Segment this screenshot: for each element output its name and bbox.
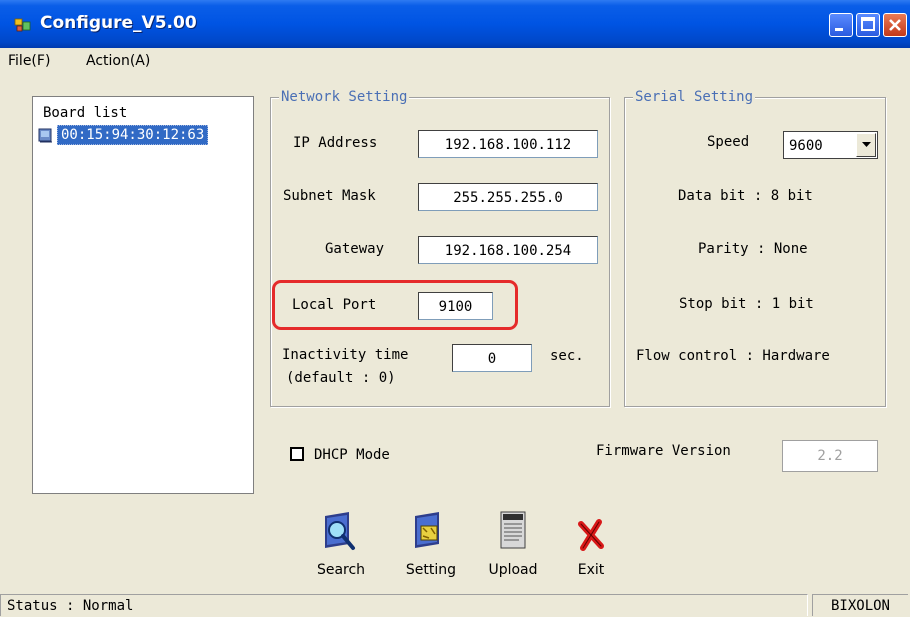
gateway-label: Gateway <box>325 241 385 257</box>
inactivity-default-label: (default : 0) <box>286 370 396 386</box>
local-port-label: Local Port <box>292 297 377 313</box>
menu-action[interactable]: Action(A) <box>86 53 150 69</box>
search-button[interactable]: Search <box>306 510 376 582</box>
dhcp-mode-label: DHCP Mode <box>314 447 390 463</box>
upload-button[interactable]: Upload <box>478 510 548 582</box>
board-list[interactable]: Board list 00:15:94:30:12:63 <box>32 96 254 494</box>
board-list-item[interactable]: 00:15:94:30:12:63 <box>37 125 251 145</box>
title-bar[interactable]: Configure_V5.00 <box>0 0 910 48</box>
data-bit-text: Data bit : 8 bit <box>678 188 813 204</box>
maximize-button[interactable] <box>856 13 880 37</box>
menu-file[interactable]: File(F) <box>8 53 50 69</box>
upload-icon <box>495 510 531 554</box>
serial-setting-legend: Serial Setting <box>633 89 756 105</box>
upload-label: Upload <box>488 562 538 578</box>
exit-button[interactable]: Exit <box>556 510 626 582</box>
gateway-field[interactable]: 192.168.100.254 <box>418 236 598 264</box>
subnet-mask-field[interactable]: 255.255.255.0 <box>418 183 598 211</box>
status-bar: Status : Normal BIXOLON <box>0 592 910 616</box>
minimize-icon <box>835 28 843 31</box>
setting-label: Setting <box>405 562 457 578</box>
setting-icon <box>413 510 449 554</box>
speed-select[interactable]: 9600 <box>783 131 878 159</box>
status-text: Status : Normal <box>0 594 808 616</box>
network-setting-legend: Network Setting <box>279 89 410 105</box>
app-icon <box>14 16 32 34</box>
speed-label: Speed <box>707 134 750 150</box>
ip-address-field[interactable]: 192.168.100.112 <box>418 130 598 158</box>
local-port-field[interactable]: 9100 <box>418 292 493 320</box>
exit-label: Exit <box>577 562 605 578</box>
firmware-version-field: 2.2 <box>782 440 878 472</box>
speed-dropdown-button[interactable] <box>856 133 876 157</box>
board-list-header: Board list <box>43 105 128 121</box>
firmware-version-label: Firmware Version <box>596 443 731 459</box>
exit-icon <box>573 510 609 554</box>
status-brand: BIXOLON <box>812 594 908 616</box>
window-title: Configure_V5.00 <box>40 13 197 33</box>
close-button[interactable] <box>883 13 907 37</box>
board-mac-address: 00:15:94:30:12:63 <box>57 125 209 145</box>
network-board-icon <box>37 126 55 144</box>
configure-window: Configure_V5.00 File(F) Action(A) Board … <box>0 0 910 616</box>
parity-text: Parity : None <box>698 241 808 257</box>
stop-bit-text: Stop bit : 1 bit <box>679 296 814 312</box>
inactivity-time-field[interactable]: 0 <box>452 344 532 372</box>
menu-bar: File(F) Action(A) <box>0 48 910 74</box>
search-icon <box>323 510 359 554</box>
inactivity-unit-label: sec. <box>550 348 584 364</box>
minimize-button[interactable] <box>829 13 853 37</box>
speed-value: 9600 <box>789 138 823 154</box>
setting-button[interactable]: Setting <box>396 510 466 582</box>
chevron-down-icon <box>862 142 871 147</box>
maximize-icon <box>861 17 875 31</box>
subnet-mask-label: Subnet Mask <box>283 188 376 204</box>
inactivity-time-label: Inactivity time <box>282 347 409 363</box>
dhcp-mode-checkbox[interactable] <box>290 447 304 461</box>
ip-address-label: IP Address <box>293 135 378 151</box>
flow-control-text: Flow control : Hardware <box>636 348 830 364</box>
close-icon <box>889 19 901 31</box>
search-label: Search <box>316 562 366 578</box>
